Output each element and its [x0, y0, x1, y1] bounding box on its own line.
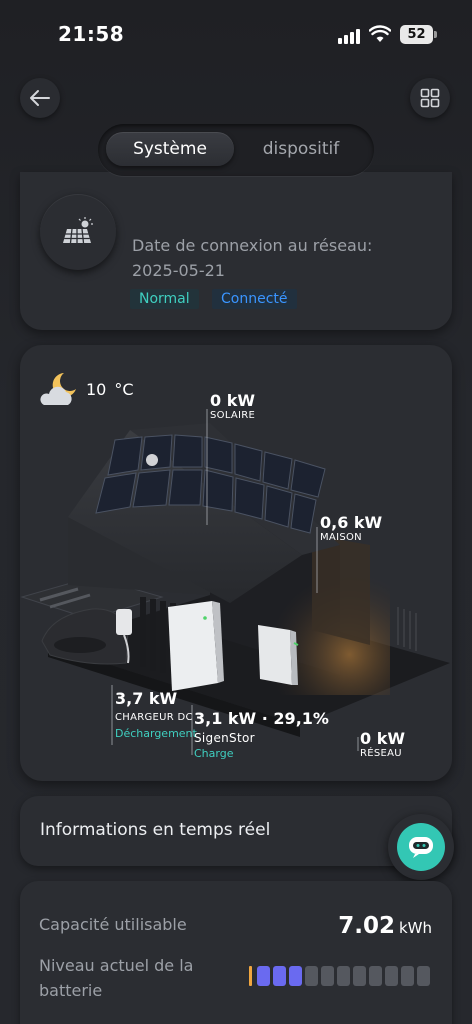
solar-reading: 0 kW SOLAIRE: [210, 391, 255, 421]
battery-level-segment: [369, 966, 382, 986]
connection-badge: Connecté: [212, 289, 297, 309]
weather-temperature: 10: [86, 379, 107, 399]
app-screen: 21:58 52 Date de connexion au réseau: 20…: [0, 0, 472, 1024]
energy-flow-scene[interactable]: 10 °C 0 kW SOLAIRE 0,6 kW MAISON 3,7 kW …: [20, 345, 452, 781]
assistant-button[interactable]: [388, 814, 454, 880]
back-button[interactable]: [20, 78, 60, 118]
charger-power-value: 3,7 kW: [115, 689, 178, 708]
battery-level-label: Niveau actuel de la batterie: [39, 956, 194, 1000]
status-badge: Normal: [130, 289, 199, 309]
home-power-value: 0,6 kW: [320, 513, 383, 532]
wifi-icon: [369, 25, 391, 42]
view-segmented-control: Système dispositif: [98, 124, 374, 176]
device-avatar: [40, 194, 116, 270]
battery-status-icon: 52: [400, 25, 437, 44]
storage-reading: 3,1 kW · 29,1% SigenStor Charge: [194, 709, 329, 760]
battery-level-bar: [249, 965, 430, 987]
grid-reading: 0 kW RÉSEAU: [360, 729, 405, 759]
storage-power-value: 3,1 kW · 29,1%: [194, 709, 329, 728]
battery-level-segment: [401, 966, 414, 986]
capacity-label: Capacité utilisable: [39, 915, 187, 934]
capacity-number: 7.02: [338, 913, 395, 939]
charger-label: CHARGEUR DC: [115, 712, 193, 723]
device-info-card: Date de connexion au réseau: 2025-05-21 …: [20, 172, 452, 330]
battery-level-segment: [385, 966, 398, 986]
status-bar: 21:58 52: [0, 0, 472, 70]
connection-date-label: Date de connexion au réseau:: [132, 236, 373, 255]
capacity-value: 7.02 kWh: [338, 913, 432, 939]
realtime-info-row[interactable]: Informations en temps réel: [20, 796, 452, 866]
solar-panel-icon: [63, 217, 93, 244]
weather-widget: 10 °C: [38, 371, 134, 407]
grid-icon: [420, 88, 440, 108]
grid-power-value: 0 kW: [360, 729, 405, 748]
charger-reading: 3,7 kW CHARGEUR DC Déchargement: [115, 689, 197, 740]
solar-power-value: 0 kW: [210, 391, 255, 410]
connection-date-value: 2025-05-21: [132, 261, 225, 280]
home-reading: 0,6 kW MAISON: [320, 513, 382, 543]
storage-label: SigenStor: [194, 731, 255, 745]
battery-level-segment: [257, 966, 270, 986]
home-label: MAISON: [320, 532, 362, 543]
status-time: 21:58: [58, 22, 125, 46]
layout-grid-button[interactable]: [410, 78, 450, 118]
battery-level-segment: [353, 966, 366, 986]
tab-systeme[interactable]: Système: [106, 132, 234, 166]
cellular-signal-icon: [338, 28, 362, 44]
battery-level-segment: [337, 966, 350, 986]
chatbot-icon: [409, 837, 433, 858]
tab-dispositif[interactable]: dispositif: [238, 132, 364, 166]
charger-status: Déchargement: [115, 727, 197, 740]
battery-level-segment: [305, 966, 318, 986]
moon-cloud-icon: [40, 373, 76, 405]
level-marker: [249, 966, 252, 986]
weather-unit: °C: [114, 379, 134, 399]
assistant-bubble: [397, 823, 445, 871]
battery-level-segment: [273, 966, 286, 986]
solar-label: SOLAIRE: [210, 410, 256, 421]
grid-label: RÉSEAU: [360, 748, 402, 759]
battery-level-segment: [289, 966, 302, 986]
capacity-unit: kWh: [398, 919, 432, 937]
battery-level-segment: [321, 966, 334, 986]
battery-info-card: Capacité utilisable 7.02 kWh Niveau actue…: [20, 881, 452, 1024]
storage-status: Charge: [194, 747, 234, 760]
arrow-left-icon: [30, 90, 50, 106]
battery-level-segment: [417, 966, 430, 986]
realtime-info-title: Informations en temps réel: [40, 820, 271, 840]
